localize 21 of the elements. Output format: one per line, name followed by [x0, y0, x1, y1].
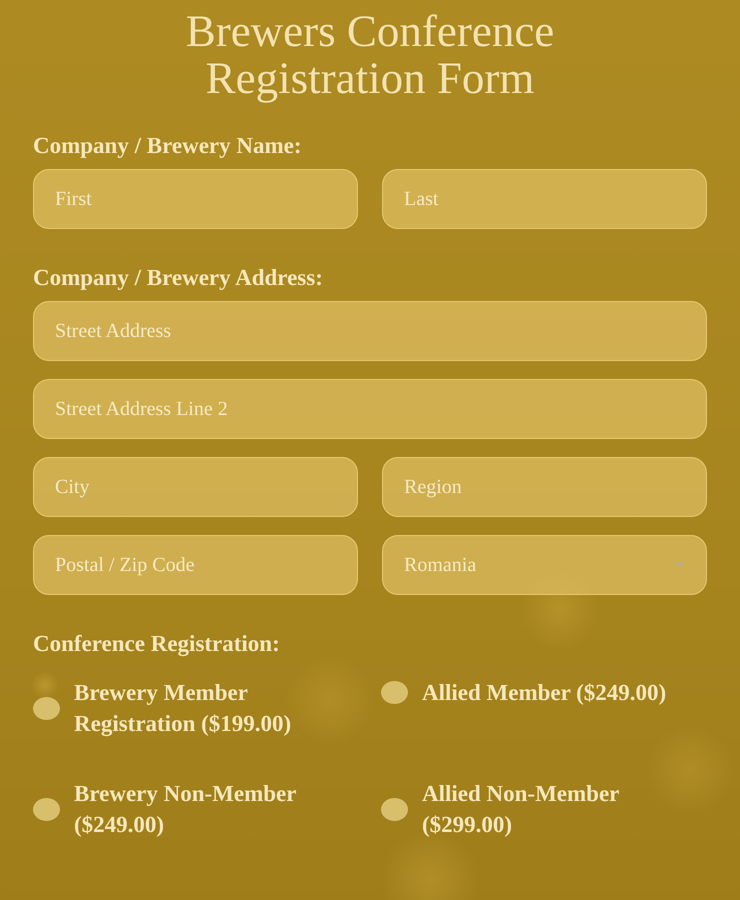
text-field[interactable]: Street Address Line 2: [33, 379, 707, 439]
country-select[interactable]: Romania: [382, 535, 707, 595]
text-field[interactable]: Last: [382, 169, 707, 229]
radio-button[interactable]: [381, 681, 408, 704]
section-label: Conference Registration:: [33, 632, 281, 656]
radio-button[interactable]: [33, 696, 60, 720]
text-field[interactable]: Region: [382, 457, 707, 517]
radio-button[interactable]: [33, 798, 60, 820]
form-title: Brewers Conference Registration Form: [184, 8, 556, 102]
caret-icon: [675, 562, 685, 568]
text-field[interactable]: City: [33, 457, 358, 517]
radio-button[interactable]: [381, 798, 408, 820]
option-label[interactable]: Allied Member ($249.00): [422, 677, 666, 708]
text-field[interactable]: Street Address: [33, 301, 707, 361]
section-label: Company / Brewery Name:: [33, 134, 302, 158]
text-field[interactable]: First: [33, 169, 358, 229]
section-label: Company / Brewery Address:: [33, 266, 324, 290]
option-label[interactable]: Allied Non-Member ($299.00): [422, 778, 684, 840]
text-field[interactable]: Postal / Zip Code: [33, 535, 358, 595]
option-label[interactable]: Brewery Non-Member ($249.00): [74, 778, 336, 840]
option-label[interactable]: Brewery Member Registration ($199.00): [74, 677, 336, 739]
